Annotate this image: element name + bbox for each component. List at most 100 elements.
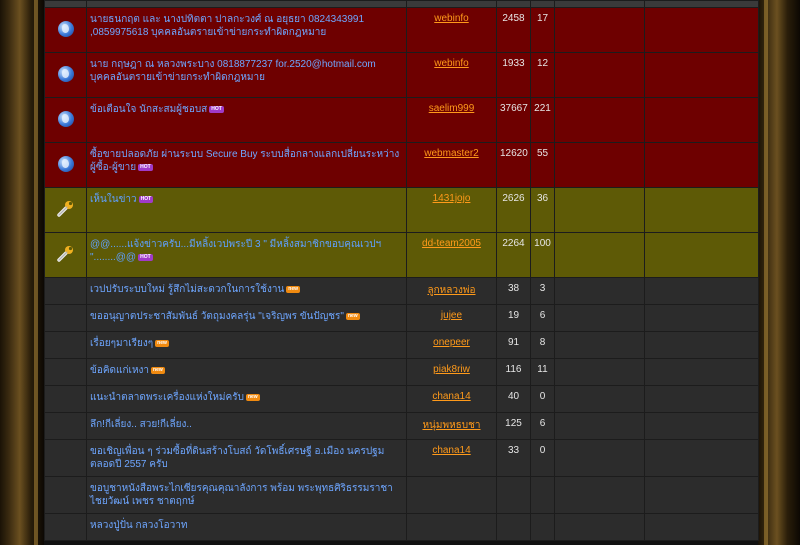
topic-link[interactable]: เห็นในข่าว	[90, 194, 137, 205]
topic-icon-cell	[44, 358, 87, 386]
topic-link[interactable]: เวปปรับระบบใหม่ รู้สึกไม่สะดวกในการใช้งา…	[90, 284, 284, 295]
last-post-cell	[554, 232, 645, 278]
table-top-strip	[44, 0, 759, 8]
topic-link[interactable]: นายธนกฤต และ นางปทิตตา ปาลกะวงศ์ ณ อยุธย…	[90, 14, 364, 38]
topic-icon-cell	[44, 476, 87, 514]
author-link[interactable]: saelim999	[429, 103, 475, 114]
topic-icon-cell	[44, 52, 87, 98]
author-link[interactable]: dd-team2005	[422, 238, 481, 249]
topic-link[interactable]: ขอเชิญเพื่อน ๆ ร่วมซื้อที่ดินสร้างโบสถ์ …	[90, 446, 384, 470]
topic-icon-cell	[44, 97, 87, 143]
author-link[interactable]: jujee	[441, 310, 462, 321]
table-row: ลึก!กีเลี่ยง.. สวย!กีเลี่ยง.. หนุ่มพหธบชา…	[44, 412, 759, 440]
table-row: เรื่อยๆมาเรียงๆ new onepeer 91 8	[44, 331, 759, 359]
table-row: ข้อคิดแก่เหงา new piak8riw 116 11	[44, 358, 759, 386]
author-link[interactable]: 1431jojo	[433, 193, 471, 204]
topic-title-cell: ลึก!กีเลี่ยง.. สวย!กีเลี่ยง..	[86, 412, 407, 440]
topic-author-cell: piak8riw	[406, 358, 497, 386]
hot-badge: HOT	[138, 253, 153, 261]
views-count: 37667	[496, 97, 531, 143]
topic-title-cell: นายธนกฤต และ นางปทิตตา ปาลกะวงศ์ ณ อยุธย…	[86, 7, 407, 53]
topic-icon-cell	[44, 277, 87, 305]
author-link[interactable]: chana14	[432, 391, 470, 402]
new-badge: new	[286, 285, 301, 293]
topic-title-cell: ขอบูชาหนังสือพระไกเซียรคุณคุณาลังการ พร้…	[86, 476, 407, 514]
author-link[interactable]: onepeer	[433, 337, 470, 348]
replies-count: 12	[530, 52, 555, 98]
hot-badge: HOT	[209, 105, 224, 113]
topic-author-cell: saelim999	[406, 97, 497, 143]
topic-link[interactable]: @@......แจ้งข่าวครับ...มีหลิ้งเวปพระปี 3…	[90, 239, 381, 263]
globe-icon	[57, 20, 74, 37]
topic-link[interactable]: แนะนำตลาดพระเครื่องแห่งใหม่ครับ	[90, 392, 244, 403]
topic-link[interactable]: หลวงปู่ปั่น กลวงโอวาท	[90, 520, 187, 531]
views-count	[496, 513, 531, 541]
table-row: เวปปรับระบบใหม่ รู้สึกไม่สะดวกในการใช้งา…	[44, 277, 759, 305]
extra-cell	[644, 187, 759, 233]
views-count: 33	[496, 439, 531, 477]
topic-link[interactable]: ซื้อขายปลอดภัย ผ่านระบบ Secure Buy ระบบส…	[90, 149, 399, 173]
views-count: 40	[496, 385, 531, 413]
last-post-cell	[554, 513, 645, 541]
author-link[interactable]: หนุ่มพหธบชา	[422, 420, 480, 431]
replies-count: 6	[530, 412, 555, 440]
table-row: ขอเชิญเพื่อน ๆ ร่วมซื้อที่ดินสร้างโบสถ์ …	[44, 439, 759, 477]
topic-title-cell: เรื่อยๆมาเรียงๆ new	[86, 331, 407, 359]
extra-cell	[644, 331, 759, 359]
replies-count	[530, 513, 555, 541]
topic-title-cell: ข้อคิดแก่เหงา new	[86, 358, 407, 386]
table-row: ข้อเตือนใจ นักสะสมผู้ชอบส HOT saelim999 376…	[44, 97, 759, 143]
topic-link[interactable]: ลึก!กีเลี่ยง.. สวย!กีเลี่ยง..	[90, 419, 192, 430]
extra-cell	[644, 7, 759, 53]
views-count	[496, 476, 531, 514]
views-count: 38	[496, 277, 531, 305]
views-count: 19	[496, 304, 531, 332]
extra-cell	[644, 232, 759, 278]
author-link[interactable]: webinfo	[434, 58, 468, 69]
topic-title-cell: ข้อเตือนใจ นักสะสมผู้ชอบส HOT	[86, 97, 407, 143]
topic-link[interactable]: ข้อเตือนใจ นักสะสมผู้ชอบส	[90, 104, 207, 115]
new-badge: new	[345, 312, 360, 320]
extra-cell	[644, 277, 759, 305]
new-badge: new	[151, 366, 165, 374]
views-count: 125	[496, 412, 531, 440]
topic-title-cell: ขอเชิญเพื่อน ๆ ร่วมซื้อที่ดินสร้างโบสถ์ …	[86, 439, 407, 477]
extra-cell	[644, 358, 759, 386]
last-post-cell	[554, 7, 645, 53]
views-count: 2264	[496, 232, 531, 278]
extra-cell	[644, 304, 759, 332]
topic-icon-cell	[44, 7, 87, 53]
author-link[interactable]: chana14	[432, 445, 470, 456]
table-row: เห็นในข่าว HOT 1431jojo 2626 36	[44, 187, 759, 233]
author-link[interactable]: ลูกหลวงพ่อ	[428, 285, 476, 296]
topic-author-cell: หนุ่มพหธบชา	[406, 412, 497, 440]
topic-author-cell: dd-team2005	[406, 232, 497, 278]
new-badge: new	[245, 393, 260, 401]
extra-cell	[644, 385, 759, 413]
replies-count: 0	[530, 439, 555, 477]
author-link[interactable]: webinfo	[434, 13, 468, 24]
topic-link[interactable]: เรื่อยๆมาเรียงๆ	[90, 338, 153, 349]
table-row: ซื้อขายปลอดภัย ผ่านระบบ Secure Buy ระบบส…	[44, 142, 759, 188]
extra-cell	[644, 476, 759, 514]
table-row: แนะนำตลาดพระเครื่องแห่งใหม่ครับ new chana1…	[44, 385, 759, 413]
topic-icon-cell	[44, 187, 87, 233]
topic-icon-cell	[44, 331, 87, 359]
topic-title-cell: นาย กฤษฎา ณ หลวงพระบาง 0818877237 for.25…	[86, 52, 407, 98]
author-link[interactable]: webmaster2	[424, 148, 478, 159]
author-link[interactable]: piak8riw	[433, 364, 470, 375]
topic-link[interactable]: นาย กฤษฎา ณ หลวงพระบาง 0818877237 for.25…	[90, 59, 376, 83]
topic-author-cell	[406, 513, 497, 541]
replies-count: 221	[530, 97, 555, 143]
table-row: นาย กฤษฎา ณ หลวงพระบาง 0818877237 for.25…	[44, 52, 759, 98]
extra-cell	[644, 439, 759, 477]
topic-icon-cell	[44, 232, 87, 278]
table-row: ขอบูชาหนังสือพระไกเซียรคุณคุณาลังการ พร้…	[44, 476, 759, 514]
topic-link[interactable]: ขอบูชาหนังสือพระไกเซียรคุณคุณาลังการ พร้…	[90, 483, 393, 507]
new-badge: new	[155, 339, 169, 347]
topic-link[interactable]: ข้อคิดแก่เหงา	[90, 365, 149, 376]
topic-link[interactable]: ขออนุญาตประชาสัมพันธ์ วัตถุมงคลรุ่น "เจร…	[90, 311, 344, 322]
wrench-icon	[56, 200, 76, 221]
topic-title-cell: @@......แจ้งข่าวครับ...มีหลิ้งเวปพระปี 3…	[86, 232, 407, 278]
table-row: @@......แจ้งข่าวครับ...มีหลิ้งเวปพระปี 3…	[44, 232, 759, 278]
